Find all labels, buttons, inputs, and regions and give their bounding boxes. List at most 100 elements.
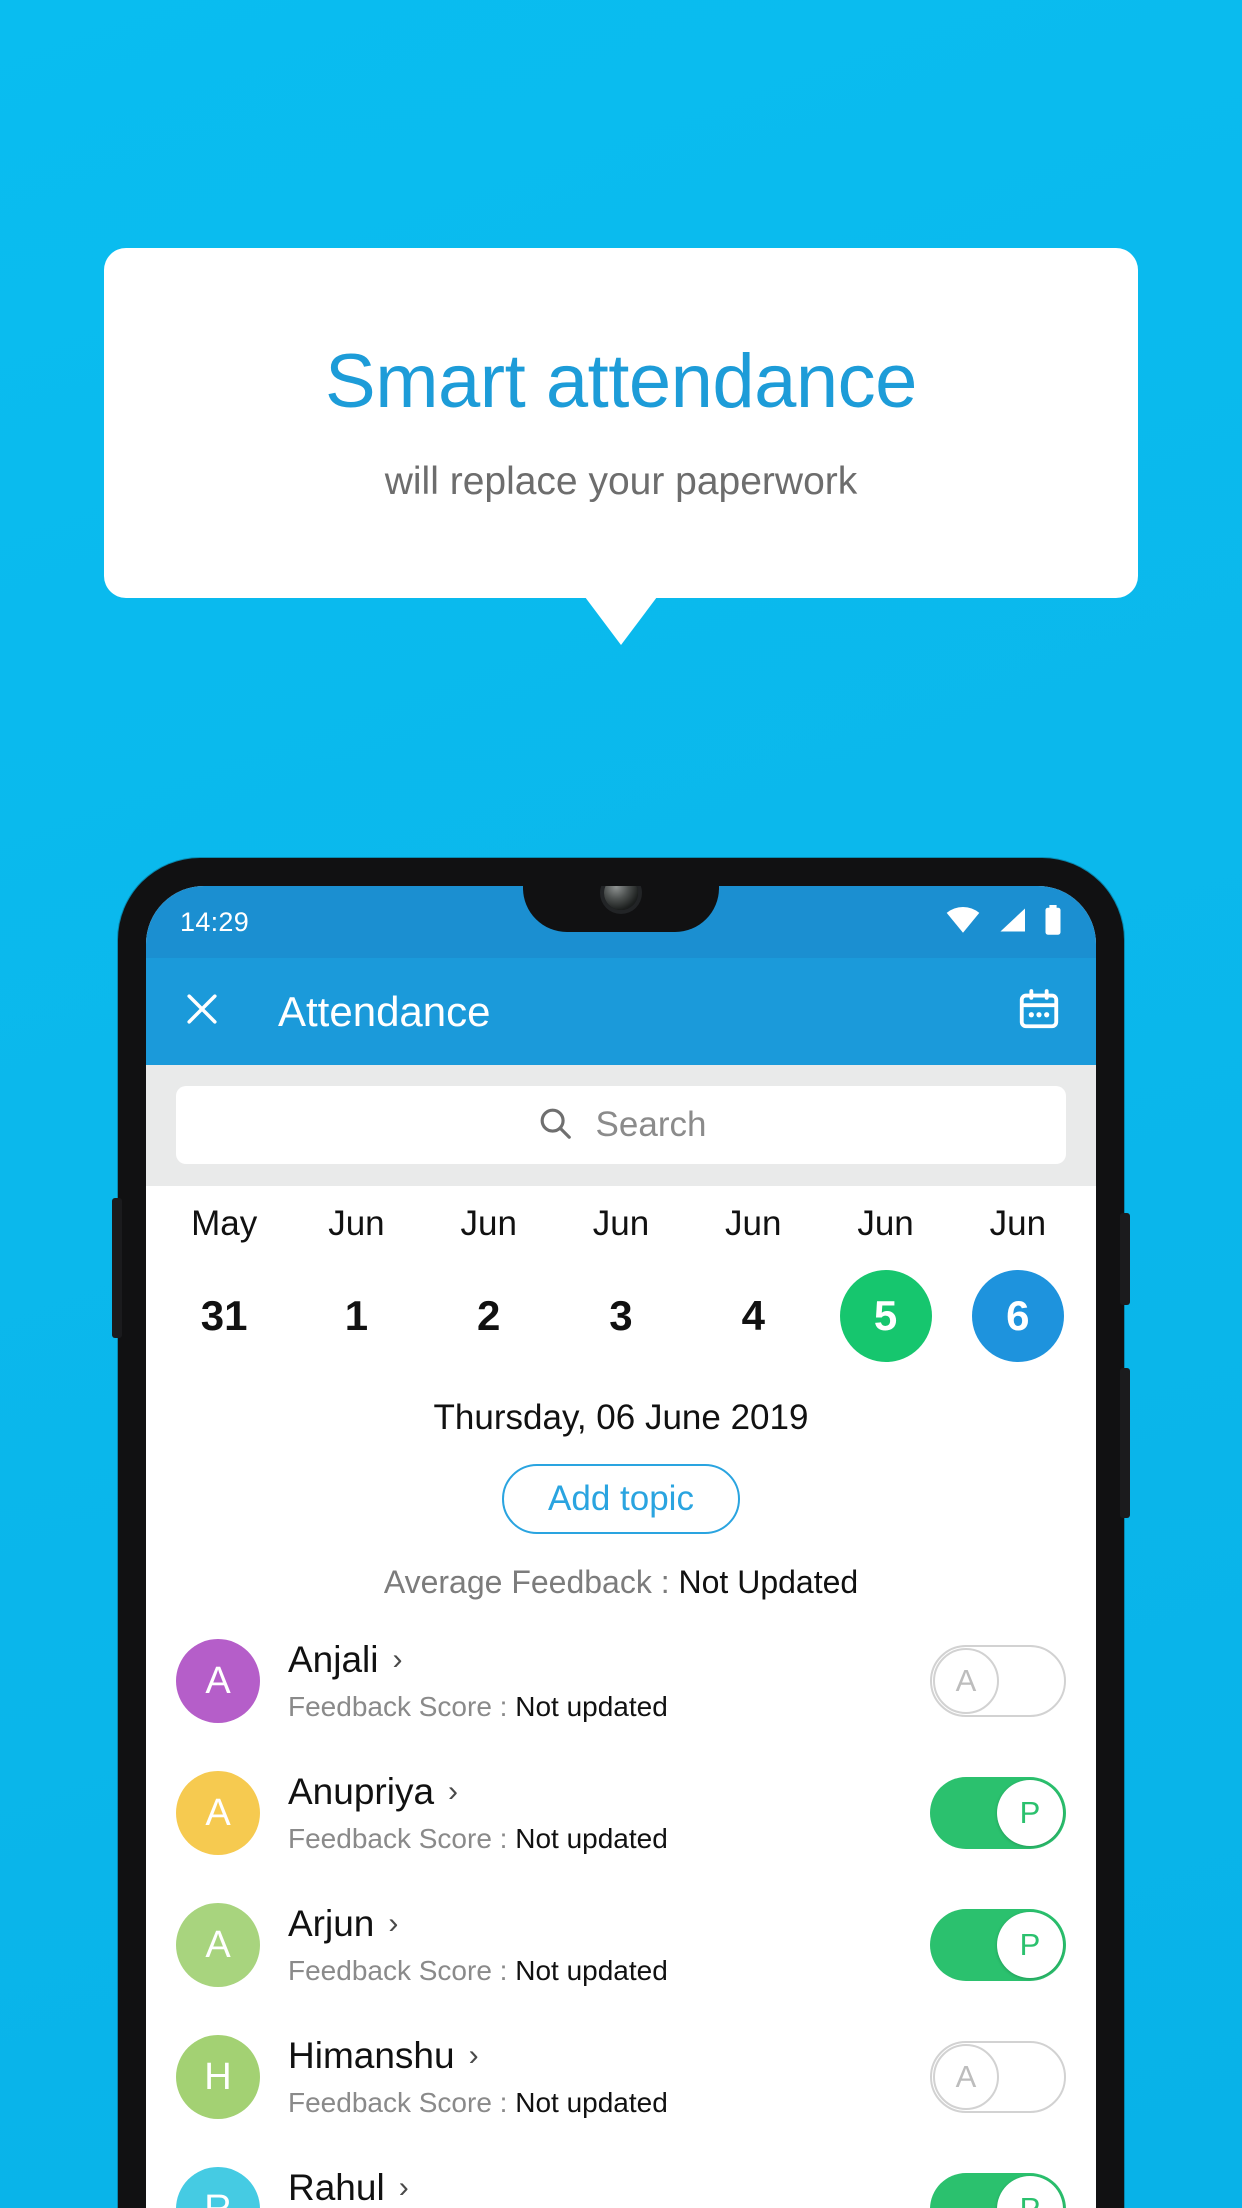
promo-bubble-tail <box>585 597 657 645</box>
attendance-toggle-knob: P <box>997 1912 1063 1978</box>
date-cell[interactable]: Jun 1 <box>290 1204 422 1362</box>
student-name-row[interactable]: Himanshu › <box>288 2035 930 2077</box>
student-text: Anjali › Feedback Score : Not updated <box>288 1639 930 1723</box>
battery-icon <box>1044 904 1062 940</box>
phone-power-button <box>1120 1213 1130 1305</box>
feedback-score-value: Not updated <box>515 1823 668 1854</box>
date-month-label: Jun <box>989 1204 1047 1243</box>
search-section: Search <box>146 1065 1096 1186</box>
chevron-right-icon[interactable]: › <box>448 1777 458 1807</box>
student-text: Himanshu › Feedback Score : Not updated <box>288 2035 930 2119</box>
promo-headline: Smart attendance <box>325 339 917 425</box>
average-feedback-value: Not Updated <box>678 1564 859 1600</box>
chevron-right-icon[interactable]: › <box>469 2041 479 2071</box>
attendance-toggle-knob: P <box>997 1780 1063 1846</box>
attendance-toggle[interactable]: P <box>930 1909 1066 1981</box>
add-topic-button[interactable]: Add topic <box>502 1464 740 1534</box>
student-list: A Anjali › Feedback Score : Not updated A A An… <box>146 1615 1096 2208</box>
attendance-toggle[interactable]: A <box>930 1645 1066 1717</box>
student-name: Rahul <box>288 2167 385 2208</box>
avatar: H <box>176 2035 260 2119</box>
student-name-row[interactable]: Anjali › <box>288 1639 930 1681</box>
phone-notch <box>523 886 719 932</box>
phone-volume-button <box>112 1198 122 1338</box>
attendance-toggle-knob: A <box>933 1648 999 1714</box>
date-day-number: 4 <box>741 1292 765 1339</box>
student-row[interactable]: A Anupriya › Feedback Score : Not updated P <box>146 1747 1096 1879</box>
feedback-score-value: Not updated <box>515 1955 668 1986</box>
promo-bubble: Smart attendance will replace your paper… <box>104 248 1138 598</box>
student-row[interactable]: A Arjun › Feedback Score : Not updated P <box>146 1879 1096 2011</box>
student-row[interactable]: RRahul›Feedback Score : Not updatedP <box>146 2143 1096 2208</box>
average-feedback-label: Average Feedback : <box>383 1564 679 1600</box>
chevron-right-icon[interactable]: › <box>388 1909 398 1939</box>
average-feedback: Average Feedback : Not Updated <box>146 1564 1096 1601</box>
feedback-score: Feedback Score : Not updated <box>288 1823 930 1855</box>
avatar: A <box>176 1771 260 1855</box>
attendance-toggle-knob: A <box>933 2044 999 2110</box>
date-day-number: 5 <box>839 1270 932 1362</box>
phone-screen: 14:29 Attendance Search May 31 Jun 1 Jun… <box>146 886 1096 2208</box>
feedback-score-value: Not updated <box>515 1691 668 1722</box>
date-month-label: Jun <box>857 1204 914 1243</box>
signal-icon <box>997 907 1027 938</box>
feedback-score-label: Feedback Score : <box>288 1691 516 1722</box>
student-row[interactable]: A Anjali › Feedback Score : Not updated A <box>146 1615 1096 1747</box>
date-cell[interactable]: Jun 2 <box>423 1204 555 1362</box>
promo-subline: will replace your paperwork <box>384 459 858 503</box>
date-day-number: 31 <box>200 1292 248 1339</box>
close-icon[interactable] <box>180 987 224 1036</box>
feedback-score: Feedback Score : Not updated <box>288 2087 930 2119</box>
feedback-score: Feedback Score : Not updated <box>288 1691 930 1723</box>
feedback-score: Feedback Score : Not updated <box>288 1955 930 1987</box>
date-month-label: Jun <box>328 1204 385 1243</box>
date-strip[interactable]: May 31 Jun 1 Jun 2 Jun 3 Jun 4 Jun 5 Jun 6 <box>146 1186 1096 1370</box>
student-name-row[interactable]: Anupriya › <box>288 1771 930 1813</box>
student-text: Arjun › Feedback Score : Not updated <box>288 1903 930 1987</box>
student-name-row[interactable]: Rahul › <box>288 2167 930 2208</box>
phone-side-button <box>1120 1368 1130 1518</box>
status-icons <box>946 904 1062 940</box>
date-cell[interactable]: Jun 4 <box>687 1204 819 1362</box>
student-text: Anupriya › Feedback Score : Not updated <box>288 1771 930 1855</box>
status-bar: 14:29 <box>146 886 1096 958</box>
date-cell[interactable]: Jun 6 <box>952 1204 1084 1362</box>
feedback-score-label: Feedback Score : <box>288 1823 516 1854</box>
calendar-icon[interactable] <box>1016 986 1062 1037</box>
attendance-toggle[interactable]: P <box>930 1777 1066 1849</box>
date-cell[interactable]: Jun 3 <box>555 1204 687 1362</box>
app-bar: Attendance <box>146 958 1096 1065</box>
date-day-number: 1 <box>344 1292 369 1339</box>
search-placeholder: Search <box>595 1105 707 1144</box>
student-text: Rahul›Feedback Score : Not updated <box>288 2167 930 2208</box>
attendance-toggle[interactable]: A <box>930 2041 1066 2113</box>
chevron-right-icon[interactable]: › <box>399 2173 409 2203</box>
feedback-score-label: Feedback Score : <box>288 2087 516 2118</box>
front-camera <box>604 886 638 910</box>
search-input[interactable]: Search <box>176 1086 1066 1164</box>
avatar: R <box>176 2167 260 2208</box>
student-name: Anupriya <box>288 1771 435 1812</box>
student-row[interactable]: H Himanshu › Feedback Score : Not updated A <box>146 2011 1096 2143</box>
status-time: 14:29 <box>180 906 250 937</box>
date-cell[interactable]: May 31 <box>158 1204 290 1362</box>
student-name: Himanshu <box>288 2035 455 2076</box>
date-day-number: 3 <box>609 1292 633 1339</box>
attendance-toggle[interactable]: P <box>930 2173 1066 2208</box>
date-month-label: Jun <box>460 1204 517 1243</box>
student-name-row[interactable]: Arjun › <box>288 1903 930 1945</box>
wifi-icon <box>946 906 980 938</box>
date-month-label: Jun <box>725 1204 782 1243</box>
date-day-number: 2 <box>477 1292 501 1339</box>
phone-mockup: 14:29 Attendance Search May 31 Jun 1 Jun… <box>112 858 1130 2208</box>
feedback-score-value: Not updated <box>515 2087 668 2118</box>
search-icon <box>536 1104 574 1147</box>
date-cell[interactable]: Jun 5 <box>819 1204 951 1362</box>
student-name: Anjali <box>288 1639 379 1680</box>
promo-screen: Smart attendance will replace your paper… <box>0 0 1242 2208</box>
date-month-label: Jun <box>592 1204 650 1243</box>
date-month-label: May <box>191 1204 258 1243</box>
date-day-number: 6 <box>971 1270 1064 1362</box>
chevron-right-icon[interactable]: › <box>393 1645 403 1675</box>
selected-date-label: Thursday, 06 June 2019 <box>433 1398 809 1437</box>
